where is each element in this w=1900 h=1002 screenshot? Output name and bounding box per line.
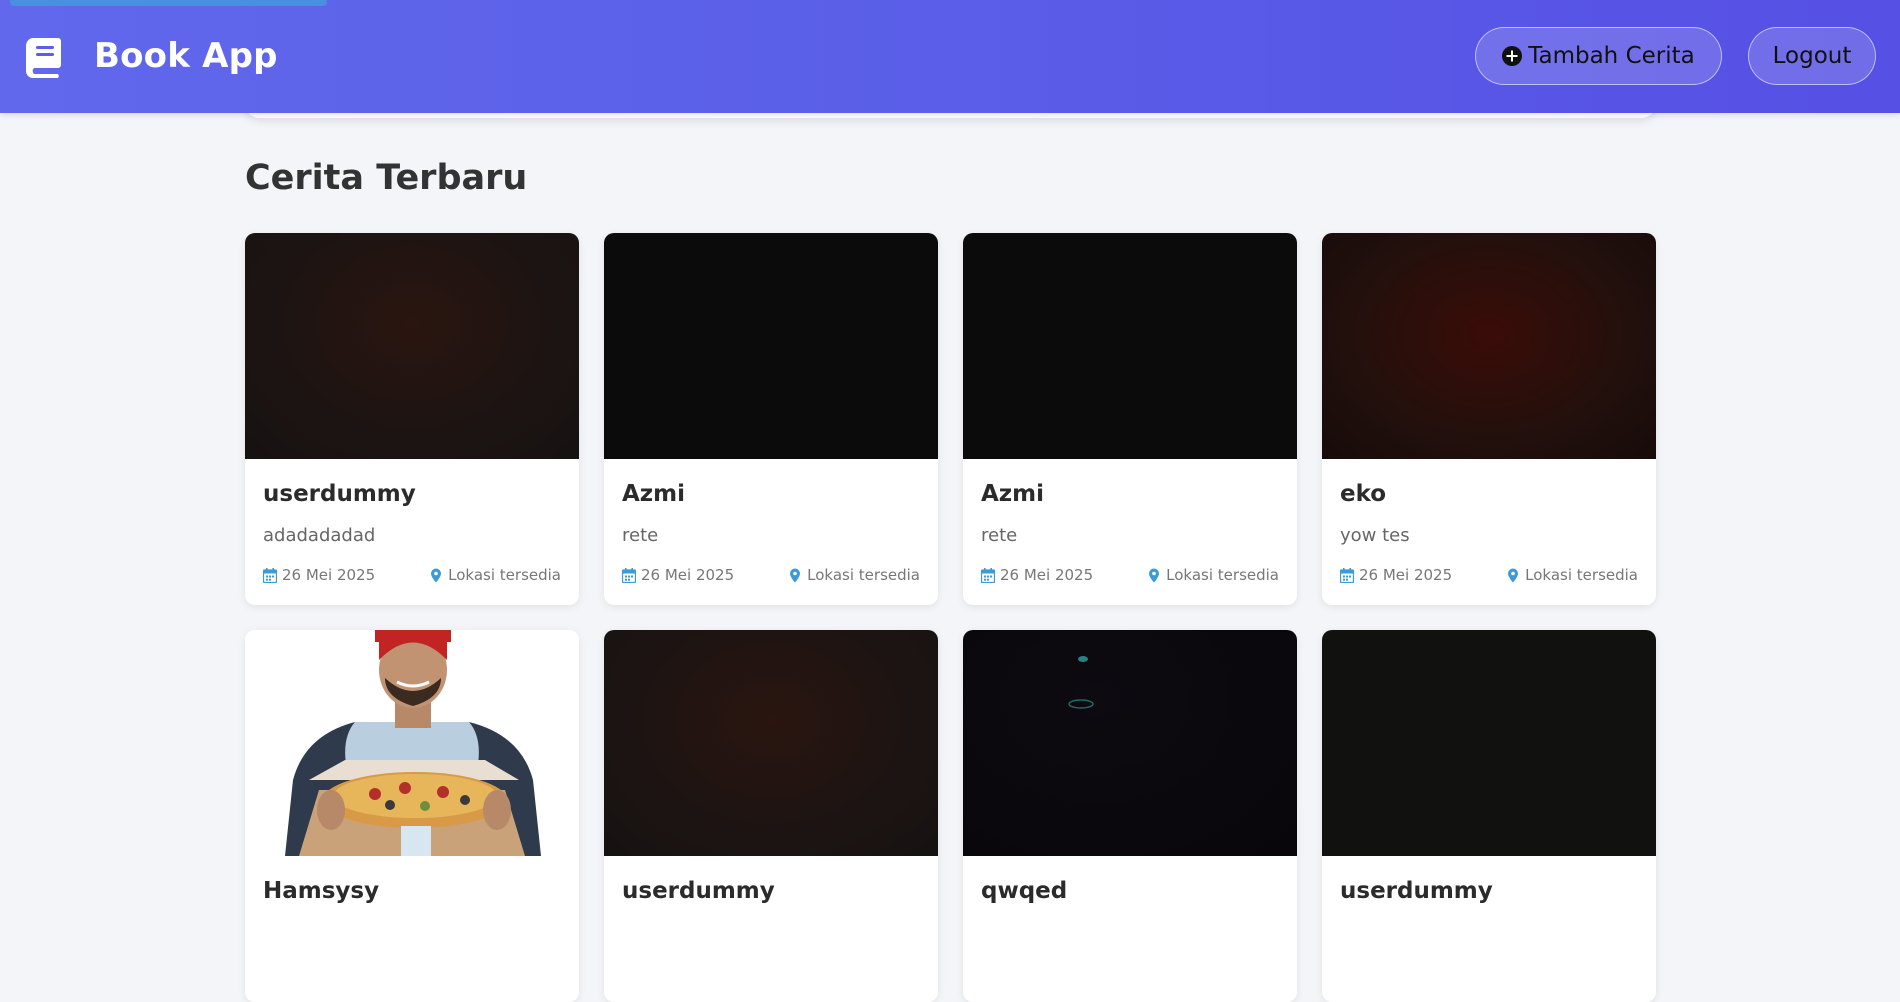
story-card[interactable]: userdummy (604, 630, 938, 1002)
story-meta: 26 Mei 2025 Lokasi tersedia (622, 566, 920, 584)
add-story-button[interactable]: Tambah Cerita (1475, 27, 1722, 85)
story-image (245, 233, 579, 459)
story-card[interactable]: userdummy (1322, 630, 1656, 1002)
story-description: adadadadad (263, 525, 376, 546)
story-author: qwqed (981, 878, 1068, 904)
story-date-text: 26 Mei 2025 (1000, 566, 1094, 584)
story-description: yow tes (1340, 525, 1410, 546)
story-card[interactable]: Azmi rete 26 Mei 2025 Lokasi tersedia (963, 233, 1297, 605)
map-pin-icon (431, 568, 442, 582)
book-icon (25, 38, 61, 78)
story-location-text: Lokasi tersedia (448, 566, 561, 584)
story-grid: userdummy adadadadad 26 Mei 2025 Lokasi … (245, 233, 1656, 1002)
calendar-icon (263, 567, 277, 583)
story-description: rete (622, 525, 659, 546)
story-card[interactable]: qwqed (963, 630, 1297, 1002)
story-location: Lokasi tersedia (1506, 566, 1638, 584)
story-date-text: 26 Mei 2025 (1359, 566, 1453, 584)
section-title: Cerita Terbaru (245, 158, 528, 198)
add-story-label: Tambah Cerita (1528, 43, 1695, 69)
story-author: Hamsysy (263, 878, 380, 904)
story-meta: 26 Mei 2025 Lokasi tersedia (1340, 566, 1638, 584)
story-author: eko (1340, 481, 1387, 507)
calendar-icon (981, 567, 995, 583)
story-author: userdummy (1340, 878, 1493, 904)
brand[interactable]: Book App (22, 34, 278, 78)
story-author: userdummy (622, 878, 775, 904)
logout-label: Logout (1772, 43, 1852, 69)
story-author: userdummy (263, 481, 416, 507)
story-image (245, 630, 579, 856)
story-date: 26 Mei 2025 (1340, 566, 1452, 584)
story-location-text: Lokasi tersedia (1525, 566, 1638, 584)
story-date: 26 Mei 2025 (263, 566, 375, 584)
app-header: Book App Tambah Cerita Logout (0, 0, 1900, 113)
story-date: 26 Mei 2025 (981, 566, 1093, 584)
story-author: Azmi (622, 481, 686, 507)
map-pin-icon (1508, 568, 1519, 582)
top-accent-strip (10, 0, 327, 6)
story-location-text: Lokasi tersedia (807, 566, 920, 584)
story-card[interactable]: Azmi rete 26 Mei 2025 Lokasi tersedia (604, 233, 938, 605)
story-image (963, 233, 1297, 459)
story-card[interactable]: userdummy adadadadad 26 Mei 2025 Lokasi … (245, 233, 579, 605)
story-author: Azmi (981, 481, 1045, 507)
story-location-text: Lokasi tersedia (1166, 566, 1279, 584)
dark-photo-lights (1068, 656, 1094, 709)
map-pin-icon (790, 568, 801, 582)
plus-circle-icon (1502, 46, 1523, 66)
app-title: Book App (94, 36, 278, 76)
story-meta: 26 Mei 2025 Lokasi tersedia (981, 566, 1279, 584)
story-location: Lokasi tersedia (788, 566, 920, 584)
story-image (604, 233, 938, 459)
story-location: Lokasi tersedia (1147, 566, 1279, 584)
story-date-text: 26 Mei 2025 (282, 566, 376, 584)
story-card[interactable]: Hamsysy (245, 630, 579, 1002)
story-description: rete (981, 525, 1018, 546)
story-image (1322, 233, 1656, 459)
map-pin-icon (1149, 568, 1160, 582)
person-with-pizza-illustration (285, 630, 541, 856)
calendar-icon (622, 567, 636, 583)
story-meta: 26 Mei 2025 Lokasi tersedia (263, 566, 561, 584)
story-image (604, 630, 938, 856)
story-card[interactable]: eko yow tes 26 Mei 2025 Lokasi tersedia (1322, 233, 1656, 605)
story-date-text: 26 Mei 2025 (641, 566, 735, 584)
logout-button[interactable]: Logout (1748, 27, 1876, 85)
story-location: Lokasi tersedia (429, 566, 561, 584)
calendar-icon (1340, 567, 1354, 583)
story-image (1322, 630, 1656, 856)
story-date: 26 Mei 2025 (622, 566, 734, 584)
story-image (963, 630, 1297, 856)
